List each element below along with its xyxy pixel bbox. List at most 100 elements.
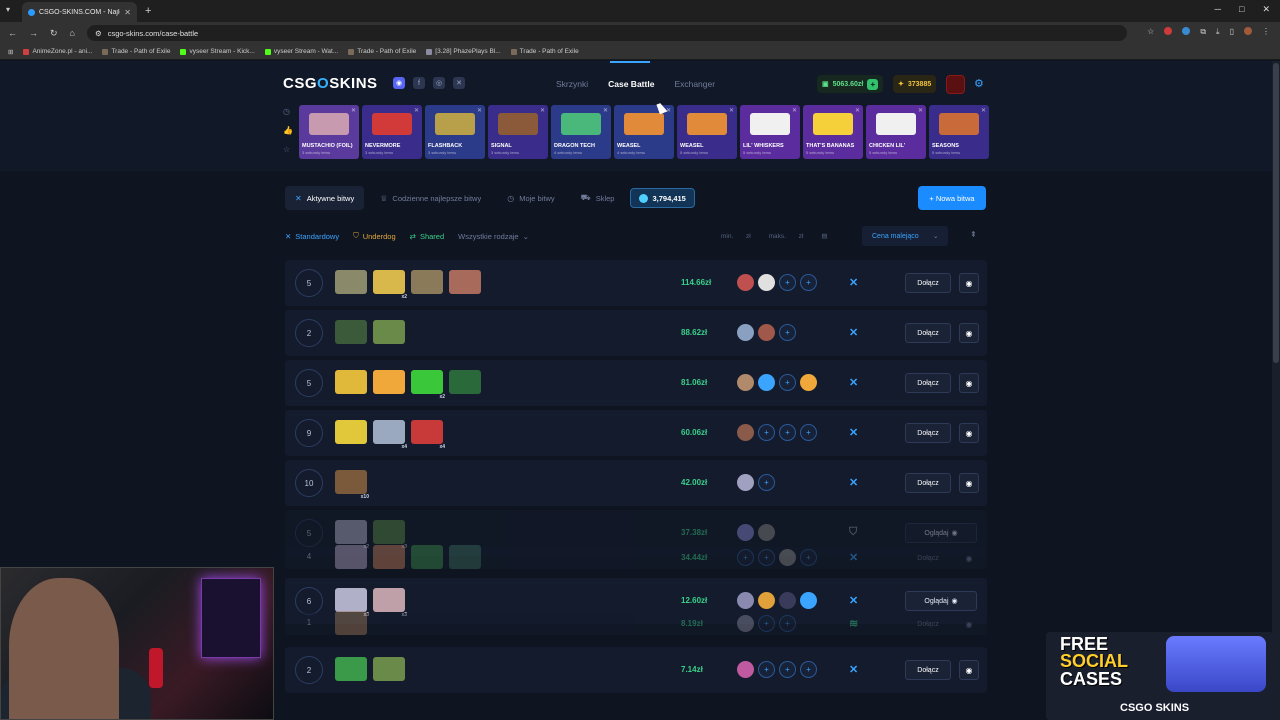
live-drop-item[interactable]: ✕ THAT'S BANANAS 5 sekundy temu (803, 105, 863, 159)
empty-slot-plus-icon[interactable]: + (779, 324, 796, 341)
bookmark-item[interactable]: Trade - Path of Exile (102, 48, 170, 55)
download-icon[interactable]: ⤓ (1216, 27, 1220, 37)
nav-case-battle[interactable]: Case Battle (608, 61, 654, 89)
close-icon[interactable]: ✕ (351, 107, 356, 114)
empty-slot-plus-icon[interactable]: + (758, 661, 775, 678)
reload-icon[interactable]: ↻ (50, 28, 58, 39)
browser-tab[interactable]: CSGO-SKINS.COM - Najlepsze ✕ (22, 2, 137, 22)
new-tab-icon[interactable]: + (145, 5, 151, 17)
eye-icon[interactable]: ◉ (959, 373, 979, 393)
back-icon[interactable]: ← (8, 28, 17, 39)
close-icon[interactable]: ✕ (981, 107, 986, 114)
tab-search-icon[interactable]: ▾ (6, 5, 10, 14)
bookmark-star-icon[interactable]: ☆ (1147, 27, 1154, 37)
extensions-icon[interactable]: ⧉ (1200, 27, 1206, 37)
empty-slot-plus-icon[interactable]: + (800, 424, 817, 441)
maximize-icon[interactable]: □ (1239, 4, 1244, 15)
sort-select[interactable]: Cena malejąco ⌄ (862, 226, 948, 246)
battle-row[interactable]: 2 88.62zł + ✕ Dołącz ◉ (285, 310, 987, 356)
bookmark-item[interactable]: Trade - Path of Exile (348, 48, 416, 55)
close-icon[interactable]: ✕ (792, 107, 797, 114)
battle-row[interactable]: 2 7.14zł + + + ✕ Dołącz ◉ (285, 647, 987, 693)
join-button[interactable]: Dołącz (905, 548, 951, 568)
x-twitter-icon[interactable]: ✕ (453, 77, 465, 89)
sort-direction-icon[interactable]: ⇞ (970, 230, 977, 239)
live-drop-item[interactable]: ✕ LIL' WHISKERS 5 sekundy temu (740, 105, 800, 159)
empty-slot-plus-icon[interactable]: + (758, 549, 775, 566)
live-drop-item[interactable]: ✕ FLASHBACK 3 sekundy temu (425, 105, 485, 159)
join-button[interactable]: Dołącz (905, 373, 951, 393)
extension-icon[interactable] (1164, 27, 1173, 35)
battle-row[interactable]: 10 x10 42.00zł + ✕ Dołącz ◉ (285, 460, 987, 506)
nav-cases[interactable]: Skrzynki (556, 79, 588, 89)
battle-row[interactable]: 5 x2 81.06zł + ✕ Dołącz ◉ (285, 360, 987, 406)
live-drop-item[interactable]: ✕ MUSTACHIO (FOIL) 3 sekundy temu (299, 105, 359, 159)
close-icon[interactable]: ✕ (414, 107, 419, 114)
address-bar[interactable]: ⚙ csgo-skins.com/case-battle (86, 25, 1127, 41)
browser-menu-icon[interactable]: ⋮ (1262, 27, 1270, 37)
eye-icon[interactable]: ◉ (959, 473, 979, 493)
coins-balance[interactable]: ✦ 373885 (893, 75, 937, 93)
eye-icon[interactable]: ◉ (959, 323, 979, 343)
tab-daily-best[interactable]: ♕ Codzienne najlepsze bitwy (370, 186, 491, 210)
join-button[interactable]: Dołącz (905, 323, 951, 343)
deposit-plus-icon[interactable]: + (867, 78, 879, 90)
close-icon[interactable]: ✕ (603, 107, 608, 114)
site-info-icon[interactable]: ⚙ (95, 29, 102, 38)
tab-shop[interactable]: ⛟ Sklep (571, 186, 625, 210)
apps-icon[interactable]: ⊞ (8, 48, 13, 56)
live-drop-item[interactable]: ✕ DRAGON TECH 4 sekundy temu (551, 105, 611, 159)
empty-slot-plus-icon[interactable]: + (758, 424, 775, 441)
close-icon[interactable]: ✕ (477, 107, 482, 114)
profile-avatar[interactable] (1244, 27, 1252, 35)
close-tab-icon[interactable]: ✕ (124, 8, 131, 17)
discord-icon[interactable]: ◉ (393, 77, 405, 89)
home-icon[interactable]: ⌂ (70, 28, 75, 39)
close-window-icon[interactable]: ✕ (1262, 4, 1270, 15)
min-price-input[interactable]: min. zł (721, 233, 751, 240)
live-drop-item[interactable]: ✕ CHICKEN LIL' 5 sekundy temu (866, 105, 926, 159)
empty-slot-plus-icon[interactable]: + (800, 549, 817, 566)
battle-row[interactable]: 9 x4 x4 60.06zł + + + ✕ Dołącz ◉ (285, 410, 987, 456)
join-button[interactable]: Dołącz (905, 423, 951, 443)
instagram-icon[interactable]: ◎ (433, 77, 445, 89)
tab-my-battles[interactable]: ◷ Moje bitwy (497, 186, 564, 210)
eye-icon[interactable]: ◉ (959, 273, 979, 293)
extension-icon[interactable] (1182, 27, 1191, 35)
eye-icon[interactable]: ◉ (959, 614, 979, 634)
bookmark-item[interactable]: vyseer Stream - Kick... (180, 48, 255, 55)
empty-slot-plus-icon[interactable]: + (800, 274, 817, 291)
sidebar-icon[interactable]: ▯ (1230, 27, 1234, 37)
join-button[interactable]: Dołącz (905, 660, 951, 680)
empty-slot-plus-icon[interactable]: + (758, 474, 775, 491)
new-battle-button[interactable]: + Nowa bitwa (918, 186, 986, 210)
settings-gear-icon[interactable]: ⚙ (974, 77, 984, 90)
close-icon[interactable]: ✕ (918, 107, 923, 114)
battle-row[interactable]: 5 x2 114.66zł + + ✕ Dołącz ◉ (285, 260, 987, 306)
minimize-icon[interactable]: ─ (1215, 4, 1221, 15)
empty-slot-plus-icon[interactable]: + (779, 424, 796, 441)
join-button[interactable]: Dołącz (905, 614, 951, 634)
calendar-icon[interactable]: ▤ (821, 232, 827, 240)
live-drop-item[interactable]: ✕ WEASEL 5 sekundy temu (677, 105, 737, 159)
nav-exchanger[interactable]: Exchanger (674, 79, 715, 89)
live-drop-item[interactable]: ✕ SEASONS 5 sekundy temu (929, 105, 989, 159)
close-icon[interactable]: ✕ (540, 107, 545, 114)
gems-balance[interactable]: 3,794,415 (630, 188, 695, 208)
watch-button[interactable]: Oglądaj ◉ (905, 591, 977, 611)
empty-slot-plus-icon[interactable]: + (737, 549, 754, 566)
eye-icon[interactable]: ◉ (959, 660, 979, 680)
bookmark-item[interactable]: AnimeZone.pl - ani... (23, 48, 92, 55)
site-logo[interactable]: CSGOSKINS (283, 75, 378, 92)
empty-slot-plus-icon[interactable]: + (758, 615, 775, 632)
live-drop-item[interactable]: ✕ SIGNAL 3 sekundy temu (488, 105, 548, 159)
empty-slot-plus-icon[interactable]: + (779, 615, 796, 632)
eye-icon[interactable]: ◉ (959, 423, 979, 443)
eye-icon[interactable]: ◉ (959, 548, 979, 568)
live-drop-item[interactable]: ✕ WEASEL 4 sekundy temu (614, 105, 674, 159)
history-icon[interactable]: ◷ (283, 107, 293, 116)
facebook-icon[interactable]: f (413, 77, 425, 89)
user-avatar[interactable] (946, 75, 965, 94)
bookmark-item[interactable]: Trade - Path of Exile (510, 48, 579, 55)
empty-slot-plus-icon[interactable]: + (779, 374, 796, 391)
